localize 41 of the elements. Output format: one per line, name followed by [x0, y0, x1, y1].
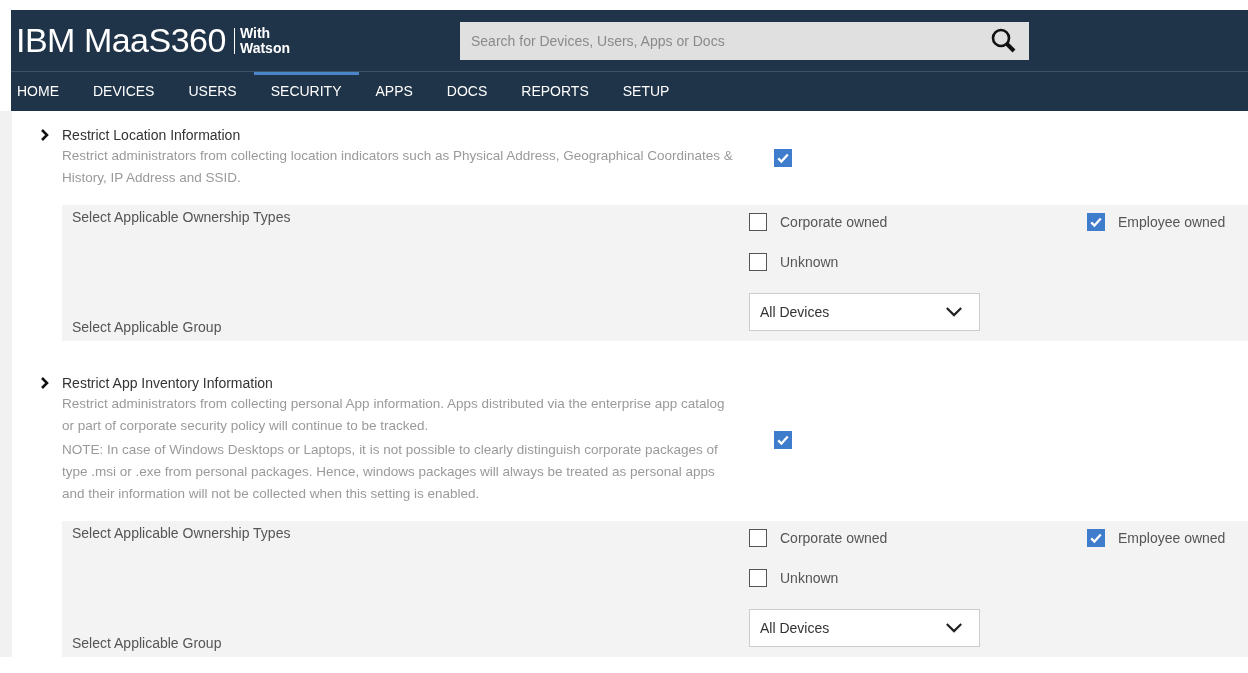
nav-tab[interactable]: DOCS: [429, 72, 505, 111]
chevron-down-icon: [945, 622, 963, 633]
checkbox-label: Unknown: [780, 570, 839, 587]
field-label: Select Applicable Group: [72, 319, 223, 335]
setting-description: NOTE: In case of Windows Desktops or Laptops, it is not possible to clearly distinguish corporate packages of type .msi or .exe from personal packages. Hence, windows packages will always be treated as personal apps and their information will not be collected when this setting is enabled.: [62, 441, 719, 503]
field-label: Select Applicable Ownership Types: [72, 525, 292, 541]
logo-subtitle: With Watson: [239, 25, 290, 56]
checkbox[interactable]: [749, 569, 767, 588]
search-icon[interactable]: [991, 27, 1017, 54]
checkbox-label: Corporate owned: [780, 530, 888, 547]
chevron-icon[interactable]: [40, 377, 50, 389]
checkbox[interactable]: [749, 213, 767, 232]
group-dropdown[interactable]: All Devices: [749, 292, 980, 331]
setting-title: Restrict App Inventory Information: [62, 375, 273, 391]
checkbox[interactable]: [774, 149, 792, 167]
search-field[interactable]: Search for Devices, Users, Apps or Docs: [460, 21, 1029, 60]
checkbox-label: Unknown: [780, 254, 839, 271]
field-label: Select Applicable Group: [72, 635, 223, 651]
nav-tab[interactable]: REPORTS: [504, 72, 606, 111]
checkbox-label: Employee owned: [1118, 530, 1226, 547]
nav-tab[interactable]: APPS: [358, 72, 430, 111]
checkbox[interactable]: [749, 529, 767, 548]
nav-tab[interactable]: DEVICES: [76, 72, 172, 111]
checkbox[interactable]: [774, 431, 792, 449]
checkbox[interactable]: [1087, 213, 1105, 232]
nav-tab[interactable]: SETUP: [605, 72, 687, 111]
checkbox-label: Employee owned: [1118, 214, 1226, 231]
chevron-icon[interactable]: [40, 129, 50, 141]
nav-tab[interactable]: USERS: [171, 72, 254, 111]
checkbox-label: Corporate owned: [780, 214, 888, 231]
group-dropdown[interactable]: All Devices: [749, 608, 980, 647]
checkbox[interactable]: [1087, 529, 1105, 548]
nav-tab[interactable]: HOME: [11, 72, 76, 111]
setting-title: Restrict Location Information: [62, 127, 241, 143]
setting-description: Restrict administrators from collecting personal App information. Apps distributed via the enterprise app catalog or part of corporate security policy will continue to be tracked.: [62, 395, 726, 435]
field-label: Select Applicable Ownership Types: [72, 209, 292, 225]
chevron-down-icon: [945, 306, 963, 317]
nav-tab[interactable]: SECURITY: [253, 72, 359, 111]
logo-text: IBM MaaS360: [16, 21, 226, 60]
checkbox[interactable]: [749, 253, 767, 272]
setting-description: Restrict administrators from collecting location indicators such as Physical Address, Geographical Coordinates & History, IP Address and SSID.: [62, 147, 734, 187]
